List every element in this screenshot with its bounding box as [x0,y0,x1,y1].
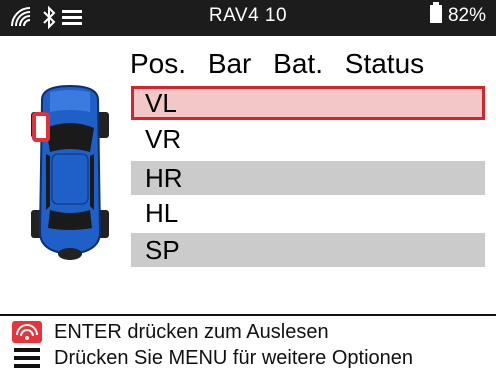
header-status: Status [344,48,425,79]
tire-position-label: VR [145,124,182,154]
tire-row-vl[interactable]: VL [131,86,485,120]
hint-enter: ENTER drücken zum Auslesen [12,320,329,344]
tire-position-label: SP [145,235,180,265]
header-bar: Bar [207,48,252,79]
hint-menu: Drücken Sie MENU für weitere Optionen [12,346,413,370]
spare-tire-icon [58,248,82,260]
hint-menu-text: Drücken Sie MENU für weitere Optionen [54,346,414,369]
car-windshield [46,123,94,152]
tire-position-label: HR [145,163,183,193]
tire-position-label: HL [145,198,179,228]
battery-level: 82% [447,5,486,26]
table-header: Pos. Bar Bat. Status [130,48,434,84]
hint-enter-text: ENTER drücken zum Auslesen [54,320,329,343]
battery-indicator: 82% [429,2,486,27]
car-roof [51,153,89,205]
header-bat: Bat. [273,48,323,79]
divider [0,314,496,316]
sensor-read-icon [12,321,42,343]
menu-icon [14,348,40,368]
tire-row-hl[interactable]: HL [131,196,485,230]
tire-position-label: VL [145,88,177,118]
tire-row-vr[interactable]: VR [131,122,485,156]
car-hood [50,90,90,112]
car-rear-window [48,210,92,230]
header-pos: Pos. [130,48,187,79]
status-bar: RAV4 10 82% [0,0,496,36]
window-title: RAV4 10 [208,5,288,26]
tire-row-hr[interactable]: HR [131,161,485,195]
car-top-view-icon [31,84,109,260]
selected-tire-marker [32,112,50,142]
battery-icon [429,2,442,23]
tire-row-sp[interactable]: SP [131,233,485,267]
